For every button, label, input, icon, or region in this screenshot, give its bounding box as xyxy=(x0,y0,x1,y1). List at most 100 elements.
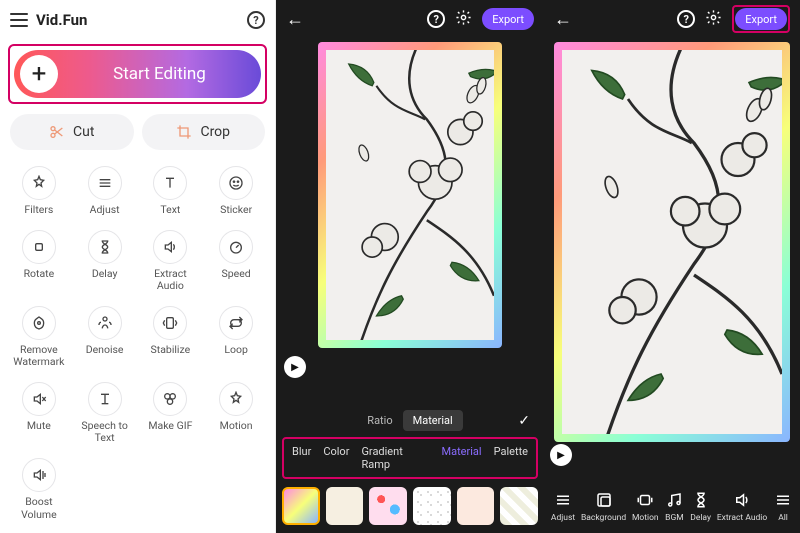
material-chips-highlight: Blur Color Gradient Ramp Material Palette xyxy=(282,437,538,479)
material-thumb-5[interactable] xyxy=(457,487,495,525)
motion-icon xyxy=(219,382,253,416)
motion-icon xyxy=(635,490,655,510)
preview-canvas[interactable] xyxy=(326,50,494,340)
right-header: ← ? Export xyxy=(544,0,800,38)
settings-icon[interactable] xyxy=(455,9,472,30)
crop-icon xyxy=(176,124,192,140)
tool-speech-to-text[interactable]: Speech to Text xyxy=(72,382,138,444)
toolbar-background[interactable]: Background xyxy=(581,490,626,523)
preview-canvas[interactable] xyxy=(562,50,782,434)
tool-loop[interactable]: Loop xyxy=(203,306,269,368)
tool-delay[interactable]: Delay xyxy=(72,230,138,292)
export-button[interactable]: Export xyxy=(482,8,534,30)
back-icon[interactable]: ← xyxy=(554,9,572,30)
chip-blur[interactable]: Blur xyxy=(292,445,311,471)
chip-color[interactable]: Color xyxy=(323,445,349,471)
cut-crop-row: Cut Crop xyxy=(0,114,275,160)
play-button[interactable]: ▶ xyxy=(284,356,306,378)
adjust-icon xyxy=(88,166,122,200)
export-button[interactable]: Export xyxy=(735,8,787,30)
play-button[interactable]: ▶ xyxy=(550,444,572,466)
left-header: Vid.Fun ? xyxy=(0,0,275,40)
material-thumb-2[interactable] xyxy=(326,487,364,525)
make-gif-icon xyxy=(153,382,187,416)
tool-mute[interactable]: Mute xyxy=(6,382,72,444)
tool-label: Rotate xyxy=(24,268,55,280)
tab-ratio[interactable]: Ratio xyxy=(357,410,402,431)
tool-label: Boost Volume xyxy=(9,496,69,520)
delay-icon xyxy=(691,490,711,510)
help-icon[interactable]: ? xyxy=(427,10,445,28)
editor-panel-material: ← ? Export ▶ Ratio Material ✓ Blur Color G… xyxy=(276,0,544,533)
tool-boost-volume[interactable]: Boost Volume xyxy=(6,458,72,520)
tool-rotate[interactable]: Rotate xyxy=(6,230,72,292)
toolbar-label: Background xyxy=(581,513,626,523)
start-editing-label: Start Editing xyxy=(58,64,261,84)
app-title: Vid.Fun xyxy=(36,11,87,29)
toolbar-bgm[interactable]: BGM xyxy=(664,490,684,523)
tool-text[interactable]: Text xyxy=(138,166,204,216)
speech-to-text-icon xyxy=(88,382,122,416)
remove-watermark-icon xyxy=(22,306,56,340)
settings-icon[interactable] xyxy=(705,9,722,30)
scissors-icon xyxy=(49,124,65,140)
editor-panel-preview: ← ? Export ▶ Adjust Background Motion BGM De… xyxy=(544,0,800,533)
tool-speed[interactable]: Speed xyxy=(203,230,269,292)
toolbar-label: BGM xyxy=(665,513,684,523)
material-chips: Blur Color Gradient Ramp Material Palette xyxy=(284,439,536,477)
tool-label: Speed xyxy=(222,268,251,280)
filters-icon xyxy=(22,166,56,200)
tool-extract-audio[interactable]: Extract Audio xyxy=(138,230,204,292)
help-icon[interactable]: ? xyxy=(677,10,695,28)
bgm-icon xyxy=(664,490,684,510)
tab-material[interactable]: Material xyxy=(403,410,463,431)
toolbar-label: Extract Audio xyxy=(717,513,767,523)
tool-filters[interactable]: Filters xyxy=(6,166,72,216)
toolbar-extract-audio[interactable]: Extract Audio xyxy=(717,490,767,523)
chip-gradient-ramp[interactable]: Gradient Ramp xyxy=(361,445,429,471)
help-icon[interactable]: ? xyxy=(247,11,265,29)
tool-label: Sticker xyxy=(220,204,252,216)
tool-label: Make GIF xyxy=(148,420,192,432)
tool-adjust[interactable]: Adjust xyxy=(72,166,138,216)
tool-denoise[interactable]: Denoise xyxy=(72,306,138,368)
background-icon xyxy=(594,490,614,510)
tool-remove-watermark[interactable]: Remove Watermark xyxy=(6,306,72,368)
material-controls: Ratio Material ✓ Blur Color Gradient Ramp M… xyxy=(276,400,544,533)
toolbar-label: Delay xyxy=(690,513,711,523)
preview-frame xyxy=(318,42,502,348)
back-icon[interactable]: ← xyxy=(286,9,304,30)
confirm-icon[interactable]: ✓ xyxy=(518,413,530,429)
preview-frame xyxy=(554,42,790,442)
boost-volume-icon xyxy=(22,458,56,492)
mid-header: ← ? Export xyxy=(276,0,544,38)
material-thumb-3[interactable] xyxy=(369,487,407,525)
segment-tabs: Ratio Material ✓ xyxy=(276,410,544,431)
delay-icon xyxy=(88,230,122,264)
toolbar-adjust[interactable]: Adjust xyxy=(551,490,575,523)
extract-audio-icon xyxy=(732,490,752,510)
tool-label: Stabilize xyxy=(151,344,191,356)
tool-label: Loop xyxy=(224,344,248,356)
material-thumb-6[interactable] xyxy=(500,487,538,525)
material-thumb-1[interactable] xyxy=(282,487,320,525)
toolbar-all[interactable]: All xyxy=(773,490,793,523)
menu-icon[interactable] xyxy=(10,13,28,27)
tool-sticker[interactable]: Sticker xyxy=(203,166,269,216)
crop-button[interactable]: Crop xyxy=(142,114,266,150)
toolbar-motion[interactable]: Motion xyxy=(632,490,659,523)
toolbar-delay[interactable]: Delay xyxy=(690,490,711,523)
rotate-icon xyxy=(22,230,56,264)
tool-label: Delay xyxy=(92,268,118,280)
cut-button[interactable]: Cut xyxy=(10,114,134,150)
start-editing-button[interactable]: + Start Editing xyxy=(14,50,261,98)
tool-motion[interactable]: Motion xyxy=(203,382,269,444)
material-thumb-4[interactable] xyxy=(413,487,451,525)
chip-material[interactable]: Material xyxy=(442,445,482,471)
toolbar-label: Motion xyxy=(632,513,659,523)
bottom-toolbar: Adjust Background Motion BGM Delay Extract Au… xyxy=(544,490,800,533)
chip-palette[interactable]: Palette xyxy=(494,445,528,471)
tool-make-gif[interactable]: Make GIF xyxy=(138,382,204,444)
tool-stabilize[interactable]: Stabilize xyxy=(138,306,204,368)
mute-icon xyxy=(22,382,56,416)
